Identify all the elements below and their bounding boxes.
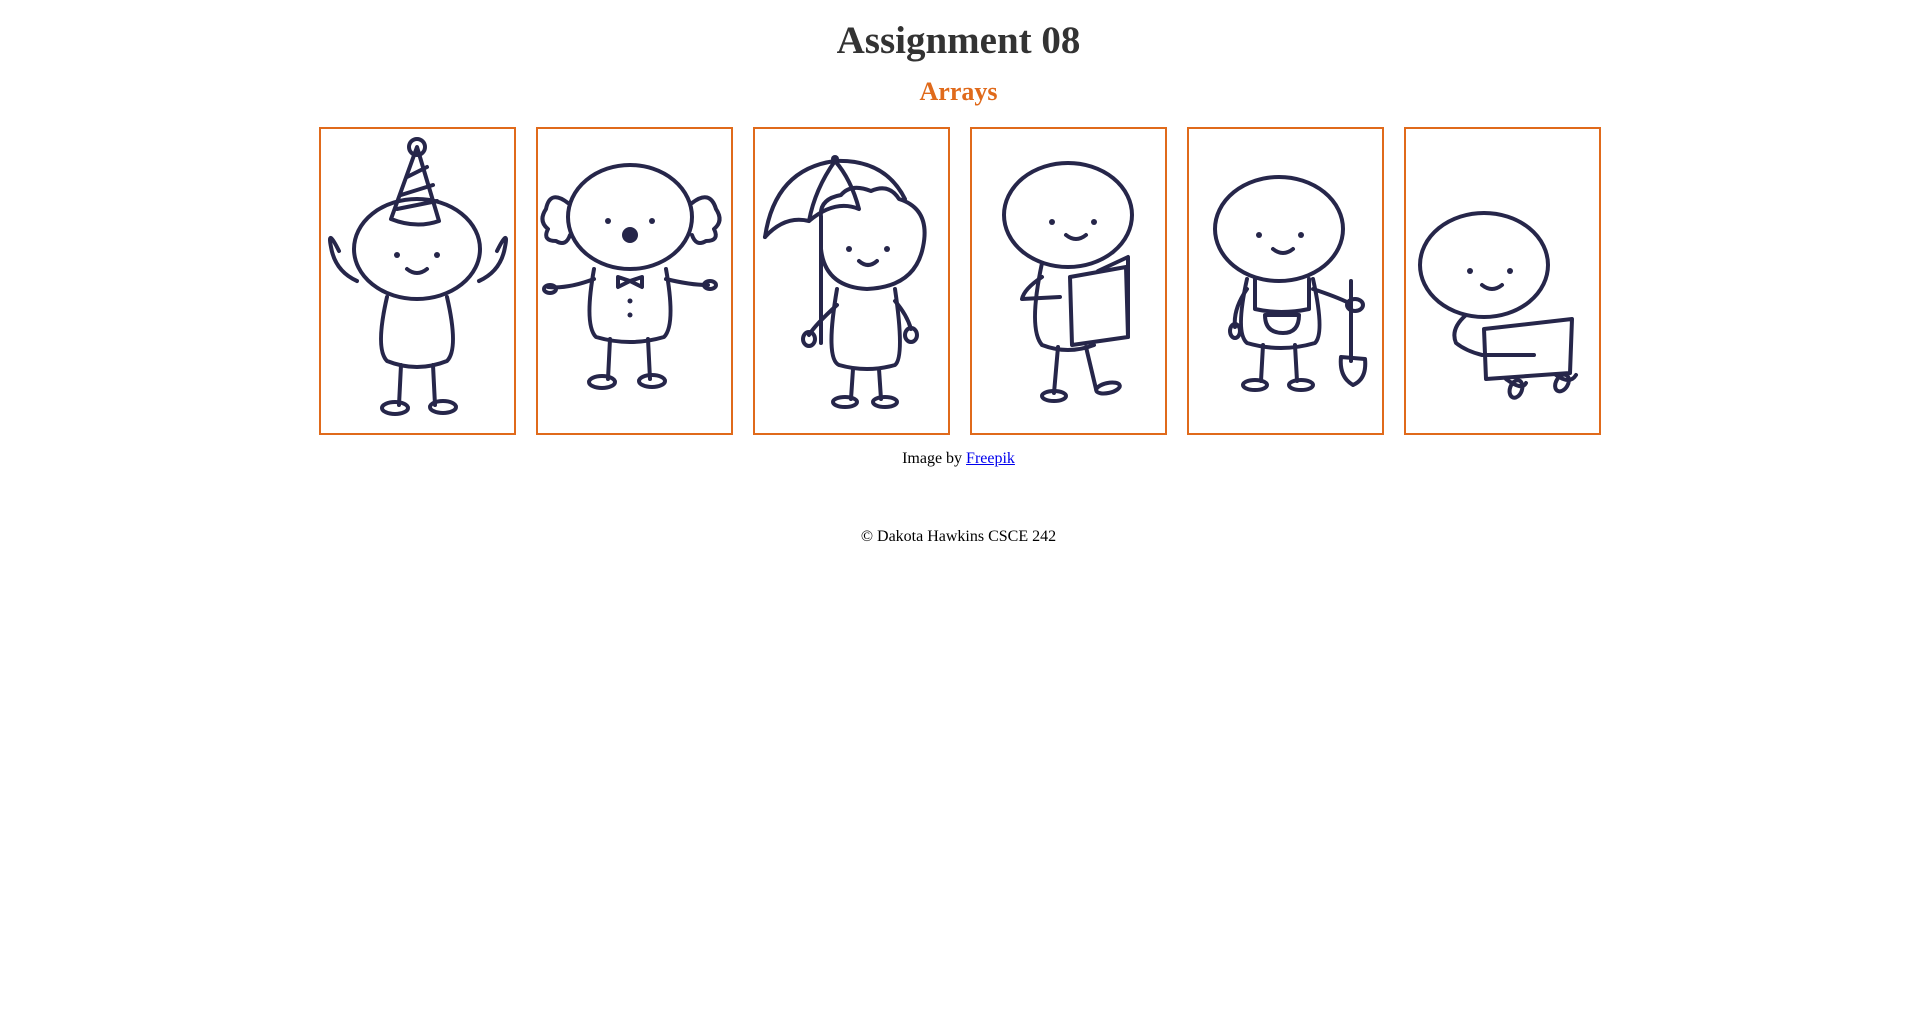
credit-prefix: Image by [902,450,967,467]
page-subtitle: Arrays [919,77,998,106]
gallery-card [753,127,950,435]
page: Assignment 08 Arrays Image by Freepik © … [0,0,1917,1031]
footer-copyright: © Dakota Hawkins CSCE 242 [860,528,1057,545]
image-credit: Image by Freepik [0,449,1917,469]
page-title: Assignment 08 [836,19,1081,62]
gardener-shovel-stick-figure-icon [1213,175,1368,392]
laptop-stick-figure-icon [1418,211,1578,400]
party-hat-stick-figure-icon [328,137,508,416]
freepik-link[interactable]: Freepik [966,450,1015,467]
image-gallery [319,127,1601,435]
gallery-card [536,127,733,435]
umbrella-stick-figure-icon [763,155,927,409]
reading-book-stick-figure-icon [1002,161,1134,403]
gallery-card [1404,127,1601,435]
gallery-card [1187,127,1384,435]
gallery-card [970,127,1167,435]
gallery-card [319,127,516,435]
clown-stick-figure-icon [540,163,722,390]
